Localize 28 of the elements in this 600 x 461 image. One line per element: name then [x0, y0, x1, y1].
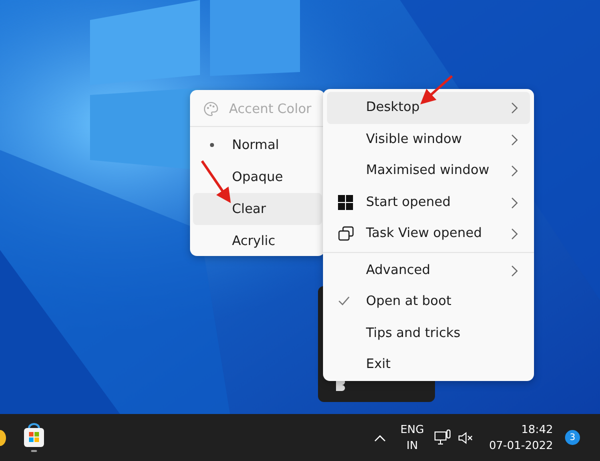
task-view-icon	[338, 226, 354, 241]
menu-item[interactable]: Acrylic	[193, 225, 322, 257]
menu-item[interactable]: Maximised window	[327, 155, 530, 186]
annotation-arrow	[420, 75, 453, 104]
annotation-arrow	[200, 160, 231, 204]
menu-item[interactable]: Visible window	[327, 124, 530, 155]
menu-item[interactable]: Advanced	[327, 254, 530, 286]
clock-date[interactable]: 07-01-2022	[489, 438, 553, 454]
menu-item[interactable]: Tips and tricks	[327, 318, 530, 349]
chevron-up-icon[interactable]	[374, 434, 386, 442]
windows-logo-icon	[338, 194, 353, 210]
muted-speaker-icon[interactable]	[458, 430, 474, 444]
network-icon[interactable]	[434, 429, 452, 446]
language-indicator[interactable]: ENG	[400, 422, 424, 438]
menu-item[interactable]: Clear	[193, 193, 322, 225]
menu-item[interactable]: Open at boot	[327, 286, 530, 318]
menu-item[interactable]: Normal	[193, 129, 322, 161]
app-icon[interactable]	[0, 430, 6, 446]
menu-header: Accent Color	[229, 102, 312, 116]
language-indicator[interactable]: IN	[406, 438, 418, 454]
menu-item[interactable]: Start opened	[327, 186, 530, 218]
menu-item[interactable]: Exit	[327, 349, 530, 380]
menu-item[interactable]: Task View opened	[327, 218, 530, 250]
palette-icon	[203, 101, 219, 117]
store-icon[interactable]	[22, 422, 46, 452]
clock-time[interactable]: 18:42	[521, 422, 553, 438]
menu-item[interactable]: Opaque	[193, 161, 322, 193]
menu-item[interactable]: Desktop	[327, 92, 530, 124]
